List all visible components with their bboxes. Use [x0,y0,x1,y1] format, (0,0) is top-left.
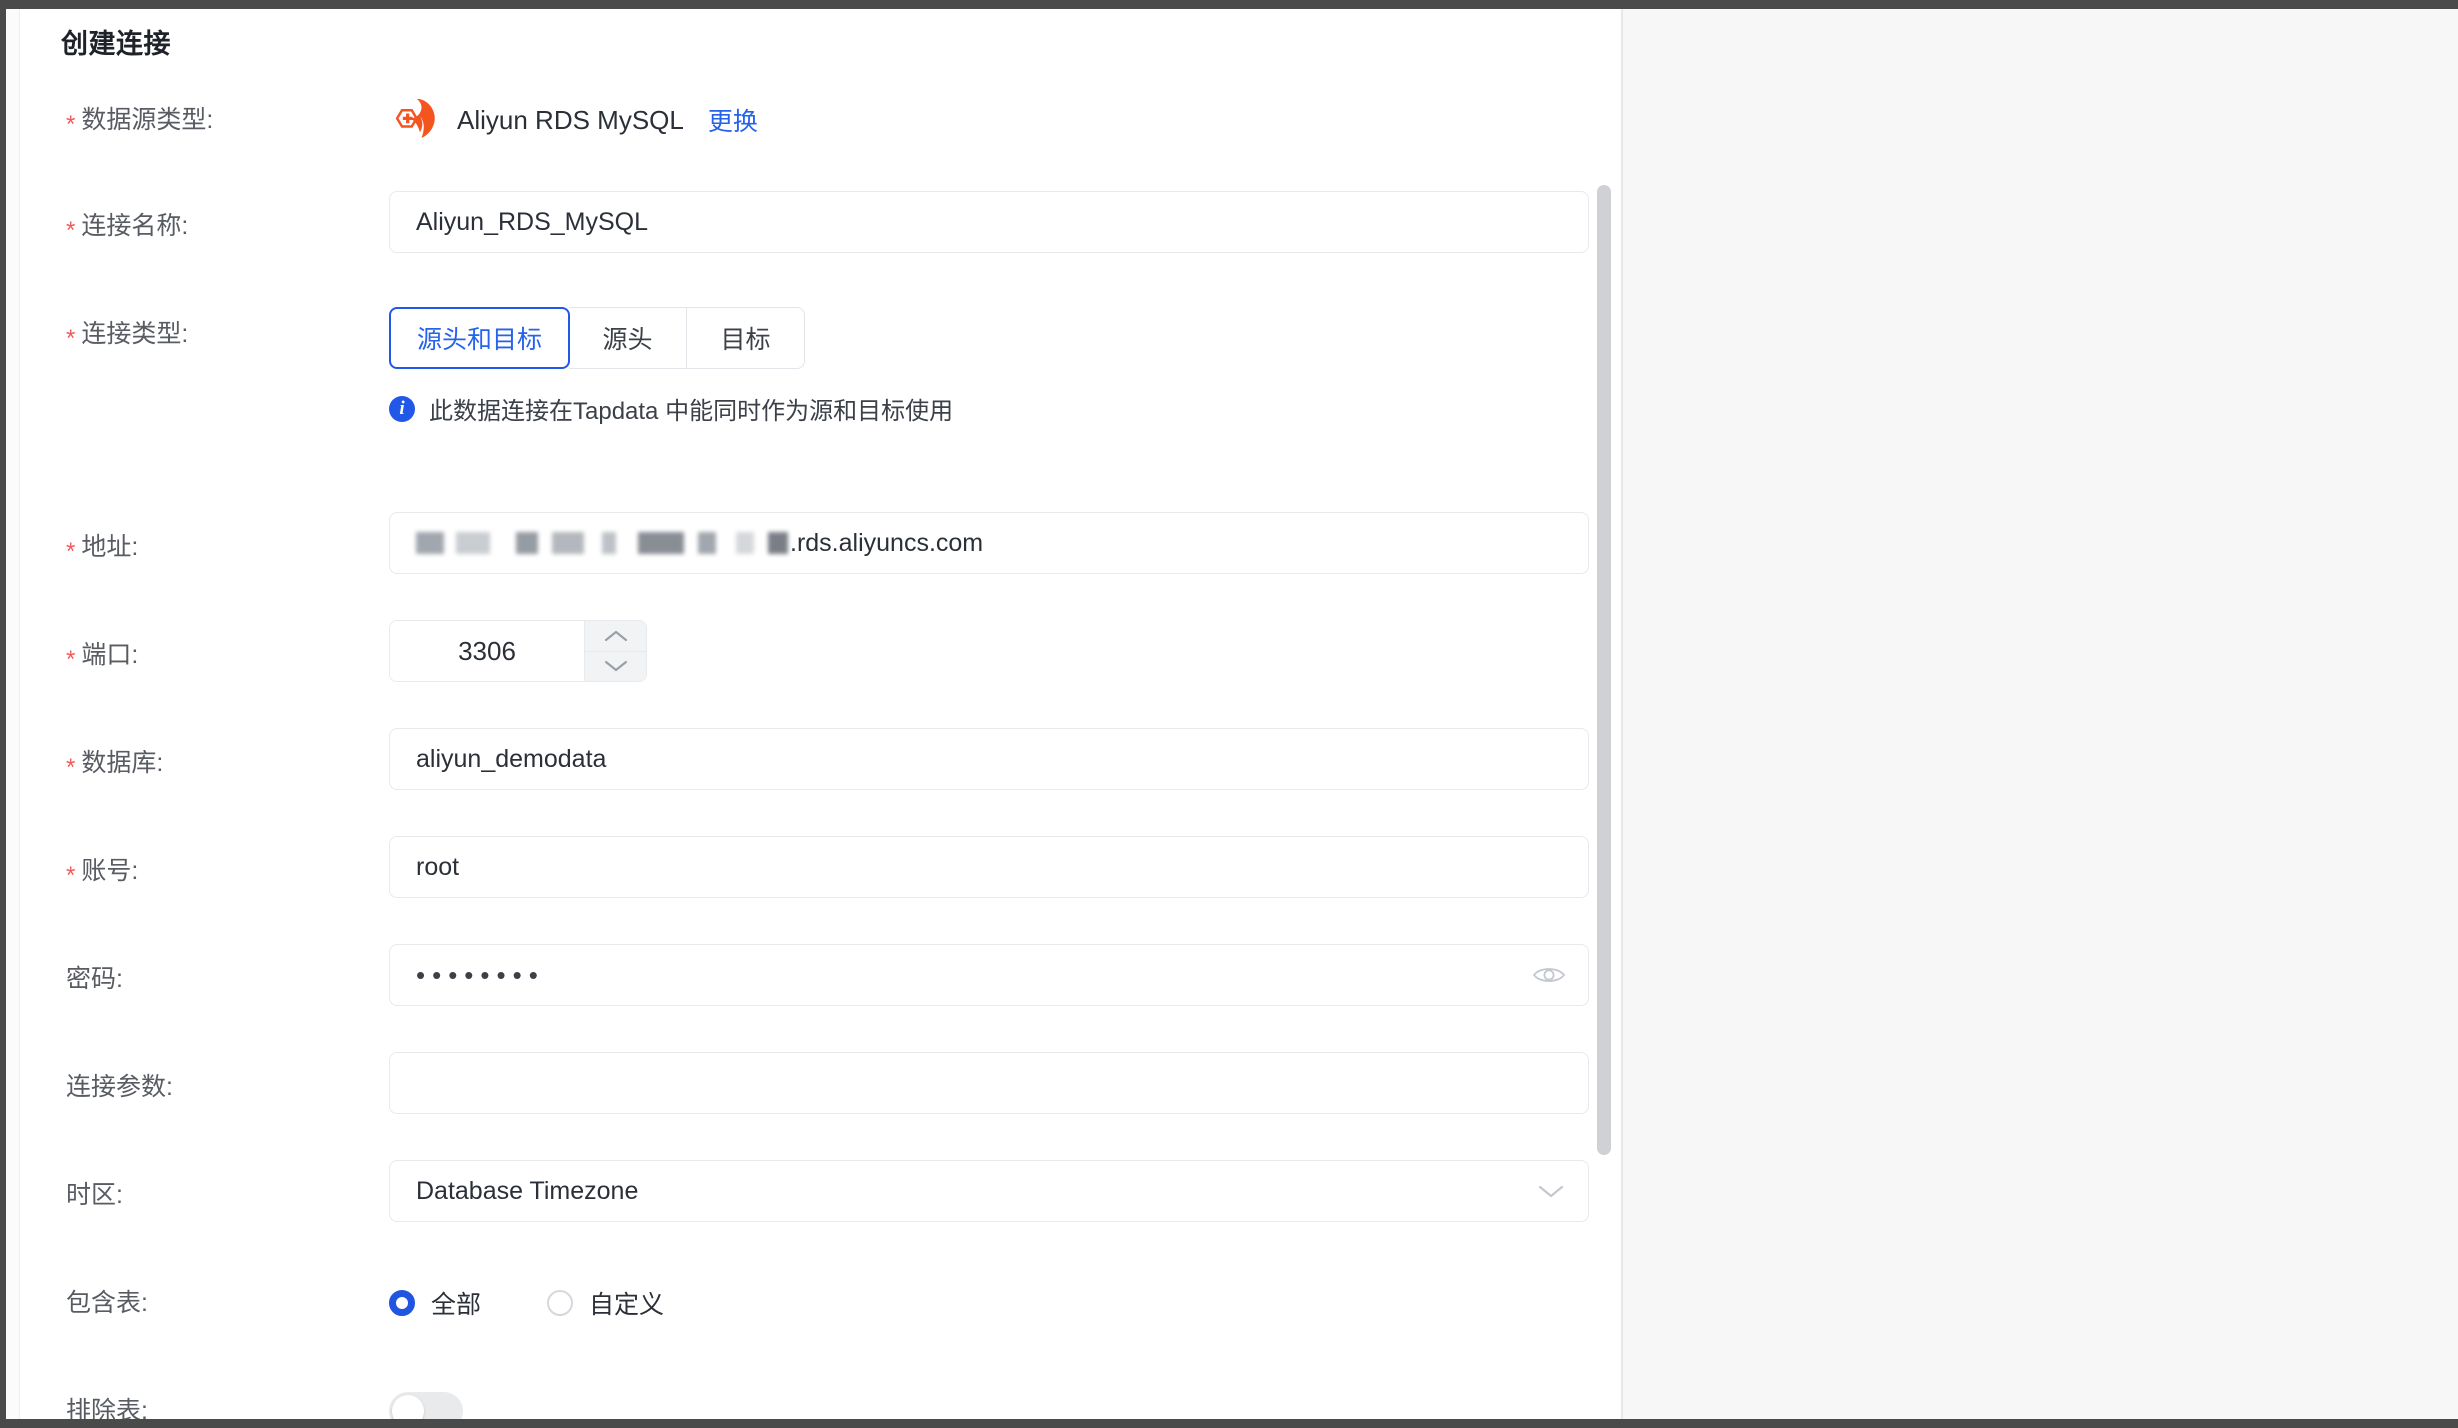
port-stepper-buttons [584,621,646,681]
timezone-select[interactable]: Database Timezone [389,1160,1589,1222]
form-row-exclude-tables: 排除表: [6,1376,1621,1419]
connection-params-control [389,1052,1589,1114]
form-row-password: 密码: •••••••• [6,944,1621,1014]
radio-option-custom[interactable]: 自定义 [547,1285,664,1321]
datasource-type-control: Aliyun RDS MySQL 更换 [389,85,758,155]
connection-type-note-text: 此数据连接在Tapdata 中能同时作为源和目标使用 [429,391,953,426]
include-tables-control: 全部 自定义 [389,1268,664,1338]
required-asterisk: * [66,217,75,244]
label-exclude-tables: 排除表: [6,1376,326,1419]
datasource-type-name: Aliyun RDS MySQL [457,105,684,136]
connection-name-value: Aliyun_RDS_MySQL [416,208,648,237]
form-row-connection-name: *连接名称: Aliyun_RDS_MySQL [6,191,1621,261]
form-row-address: *地址: .rds.aliyuncs.com [6,512,1621,582]
label-connection-name: *连接名称: [6,191,326,262]
form-row-port: *端口: 3306 [6,620,1621,690]
include-tables-radio-group: 全部 自定义 [389,1268,664,1338]
required-asterisk: * [66,325,75,352]
account-value: root [416,853,459,882]
radio-all-label: 全部 [431,1285,481,1321]
password-value: •••••••• [416,962,545,988]
connection-name-control: Aliyun_RDS_MySQL [389,191,1589,253]
tab-target[interactable]: 目标 [687,307,805,369]
label-port: *端口: [6,620,326,691]
password-control: •••••••• [389,944,1589,1006]
workspace-background [1623,9,2458,1419]
address-value-suffix: .rds.aliyuncs.com [790,529,983,558]
chevron-down-icon[interactable] [1536,1182,1566,1200]
account-control: root [389,836,1589,898]
required-asterisk: * [66,754,75,781]
toggle-knob [392,1395,424,1419]
form-row-include-tables: 包含表: 全部 自定义 [6,1268,1621,1338]
create-connection-dialog: 创建连接 *数据源类型: Aliyun RDS MySQL 更换 [6,9,1623,1419]
exclude-tables-control [389,1392,463,1419]
eye-icon[interactable] [1532,964,1566,986]
label-address: *地址: [6,512,326,583]
address-control: .rds.aliyuncs.com [389,512,1589,574]
port-stepper: 3306 [389,620,647,682]
port-input[interactable]: 3306 [390,621,584,681]
required-asterisk: * [66,538,75,565]
required-asterisk: * [66,862,75,889]
port-control: 3306 [389,620,647,682]
label-timezone: 时区: [6,1160,326,1230]
exclude-tables-toggle[interactable] [389,1392,463,1419]
change-datasource-link[interactable]: 更换 [708,102,758,138]
label-include-tables: 包含表: [6,1268,326,1338]
label-datasource-type: *数据源类型: [6,85,326,156]
radio-all-indicator [389,1290,415,1316]
label-database: *数据库: [6,728,326,799]
connection-params-input[interactable] [389,1052,1589,1114]
label-password: 密码: [6,944,326,1014]
page-title: 创建连接 [61,22,171,61]
app-window: 创建连接 *数据源类型: Aliyun RDS MySQL 更换 [0,0,2458,1428]
timezone-control: Database Timezone [389,1160,1589,1222]
required-asterisk: * [66,111,75,138]
timezone-value: Database Timezone [416,1177,638,1206]
connection-name-input[interactable]: Aliyun_RDS_MySQL [389,191,1589,253]
panel-scrollbar-track[interactable] [1595,9,1613,1419]
chevron-up-icon[interactable] [585,621,646,651]
label-account: *账号: [6,836,326,907]
form-row-database: *数据库: aliyun_demodata [6,728,1621,798]
form-row-connection-params: 连接参数: [6,1052,1621,1122]
label-connection-params: 连接参数: [6,1052,326,1122]
password-input[interactable]: •••••••• [389,944,1589,1006]
connection-type-note: i 此数据连接在Tapdata 中能同时作为源和目标使用 [389,391,953,426]
chevron-down-icon[interactable] [585,651,646,682]
radio-option-all[interactable]: 全部 [389,1285,481,1321]
form-row-datasource-type: *数据源类型: Aliyun RDS MySQL 更换 [6,85,1621,155]
aliyun-rds-mysql-logo-icon [389,94,441,146]
panel-scrollbar-thumb[interactable] [1597,185,1611,1155]
connection-type-control: 源头和目标 源头 目标 i 此数据连接在Tapdata 中能同时作为源和目标使用 [389,307,953,426]
database-control: aliyun_demodata [389,728,1589,790]
address-redacted-prefix [416,532,788,554]
account-input[interactable]: root [389,836,1589,898]
database-input[interactable]: aliyun_demodata [389,728,1589,790]
form-row-account: *账号: root [6,836,1621,906]
tab-source[interactable]: 源头 [569,307,687,369]
required-asterisk: * [66,646,75,673]
label-connection-type: *连接类型: [6,299,326,370]
tab-source-and-target[interactable]: 源头和目标 [389,307,570,369]
radio-custom-label: 自定义 [589,1285,664,1321]
address-input[interactable]: .rds.aliyuncs.com [389,512,1589,574]
form-row-timezone: 时区: Database Timezone [6,1160,1621,1230]
database-value: aliyun_demodata [416,745,606,774]
form-row-connection-type: *连接类型: 源头和目标 源头 目标 i 此数据连接在Tapdata 中能同时作… [6,299,1621,439]
connection-type-segmented-control: 源头和目标 源头 目标 [389,307,953,369]
info-icon: i [389,396,415,422]
radio-custom-indicator [547,1290,573,1316]
